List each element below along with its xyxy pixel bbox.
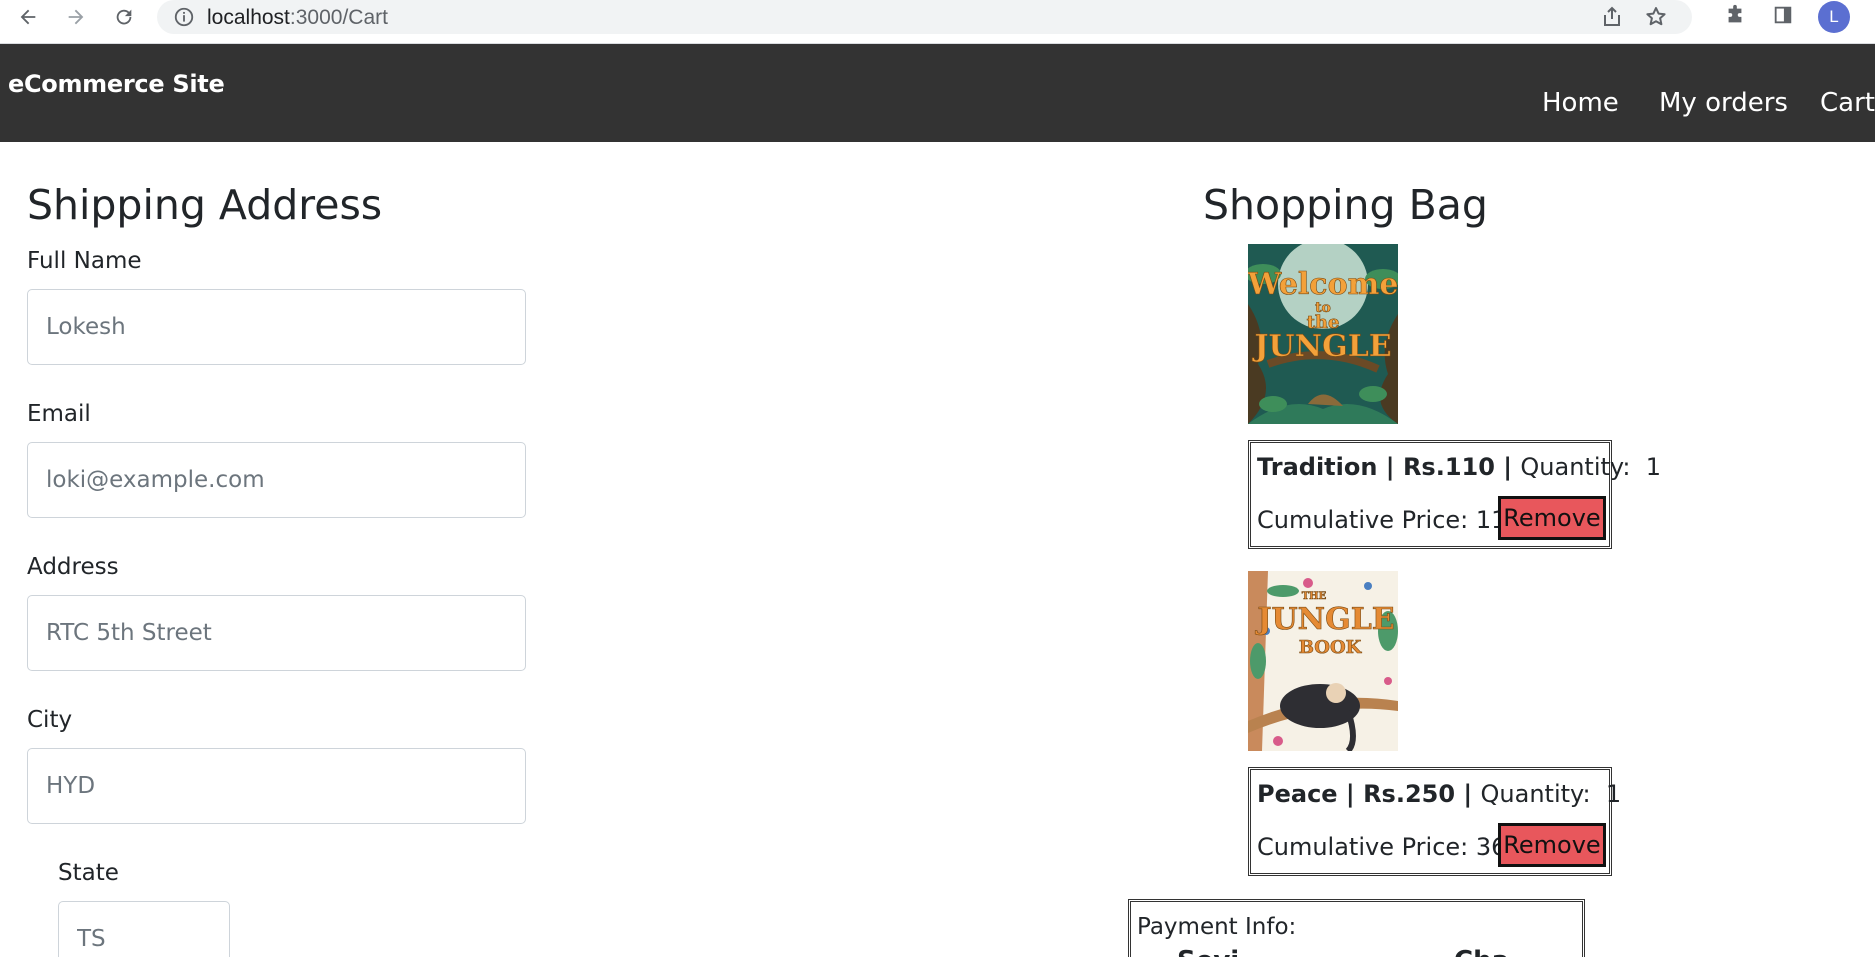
address-label: Address <box>27 554 119 580</box>
separator-2: | <box>1494 453 1521 481</box>
item-summary-line: Tradition | Rs.110 | Quantity: 1 <box>1257 453 1661 481</box>
payment-col-service: Sevi <box>1177 946 1239 957</box>
cumulative-line: Cumulative Price: 110 <box>1257 506 1522 534</box>
browser-toolbar: localhost:3000/Cart L <box>0 0 1875 44</box>
cart-item-peace: Peace | Rs.250 | Quantity: 1 Cumulative … <box>1248 767 1621 876</box>
cumulative-spacer <box>1468 506 1476 534</box>
separator-2: | <box>1455 780 1481 808</box>
payment-info-box: Payment Info: Sevi Cha <box>1128 899 1585 957</box>
address-bar[interactable]: localhost:3000/Cart <box>157 0 1692 34</box>
cumulative-line: Cumulative Price: 360 <box>1257 833 1522 861</box>
separator-1: | <box>1337 780 1364 808</box>
brand-logo-text[interactable]: eCommerce Site <box>8 70 225 98</box>
url-text[interactable]: localhost:3000/Cart <box>207 6 388 30</box>
payment-col-charges: Cha <box>1454 946 1509 957</box>
reload-icon <box>116 9 132 25</box>
item-name: Tradition <box>1257 453 1378 481</box>
cumulative-spacer <box>1468 833 1476 861</box>
item-summary-line: Peace | Rs.250 | Quantity: 1 <box>1257 780 1621 808</box>
quantity-value: 1 <box>1605 780 1622 808</box>
email-input[interactable] <box>27 442 526 518</box>
side-panel-icon[interactable] <box>1772 4 1794 26</box>
book-cover-panther-illustration: THEJUNGLEBOOK <box>1248 571 1398 751</box>
url-path: :3000/Cart <box>289 6 388 29</box>
item-name: Peace <box>1257 780 1338 808</box>
separator-1: | <box>1377 453 1403 481</box>
back-arrow-icon <box>20 9 36 25</box>
bookmark-star-icon[interactable] <box>1644 5 1668 29</box>
book-cover-jungle-illustration: WelcometotheJUNGLE <box>1248 244 1398 424</box>
cover-title-text: JUNGLE <box>1254 602 1394 637</box>
full-name-label: Full Name <box>27 248 142 274</box>
address-input[interactable] <box>27 595 526 671</box>
full-name-input[interactable] <box>27 289 526 365</box>
city-label: City <box>27 707 73 733</box>
site-info-icon[interactable] <box>173 6 195 28</box>
extensions-puzzle-icon[interactable] <box>1724 4 1746 26</box>
product-image-jungle-book: THE JUNGLE BOOK <box>1248 571 1398 751</box>
cover-title-text: JUNGLE <box>1251 329 1391 364</box>
item-price: Rs.110 <box>1402 453 1495 481</box>
payment-info-title: Payment Info: <box>1137 914 1297 940</box>
state-input[interactable] <box>58 901 230 957</box>
profile-avatar[interactable]: L <box>1818 1 1850 33</box>
nav-link-my-orders[interactable]: My orders <box>1659 88 1788 118</box>
city-input[interactable] <box>27 748 526 824</box>
quantity-label: Quantity: <box>1480 780 1591 808</box>
cumulative-label: Cumulative Price: <box>1257 833 1469 861</box>
email-label: Email <box>27 401 91 427</box>
product-image-welcome-jungle: Welcome to the JUNGLE <box>1248 244 1398 424</box>
quantity-spacer <box>1591 780 1606 808</box>
share-icon[interactable] <box>1600 5 1624 29</box>
cart-item-tradition: Tradition | Rs.110 | Quantity: 1 Cumulat… <box>1248 440 1661 549</box>
item-price: Rs.250 <box>1363 780 1456 808</box>
forward-arrow-icon <box>68 9 84 25</box>
quantity-spacer <box>1630 453 1645 481</box>
shopping-bag-title: Shopping Bag <box>1203 181 1488 229</box>
quantity-label: Quantity: <box>1520 453 1631 481</box>
cover-title-text: BOOK <box>1299 637 1363 658</box>
remove-button[interactable]: Remove <box>1498 823 1606 867</box>
nav-link-home[interactable]: Home <box>1542 88 1619 118</box>
app-navbar: eCommerce Site Home My orders Cart <box>0 44 1875 142</box>
nav-link-cart[interactable]: Cart <box>1820 88 1875 118</box>
quantity-value: 1 <box>1645 453 1662 481</box>
cumulative-label: Cumulative Price: <box>1257 506 1469 534</box>
reload-button[interactable] <box>110 3 138 31</box>
state-label: State <box>58 860 119 886</box>
back-button[interactable] <box>14 3 42 31</box>
url-host: localhost <box>207 6 290 29</box>
forward-button[interactable] <box>62 3 90 31</box>
cover-title-text: THE <box>1302 591 1327 602</box>
cover-title-text: Welcome <box>1248 267 1398 302</box>
shipping-title: Shipping Address <box>27 181 383 229</box>
remove-button[interactable]: Remove <box>1498 496 1606 540</box>
